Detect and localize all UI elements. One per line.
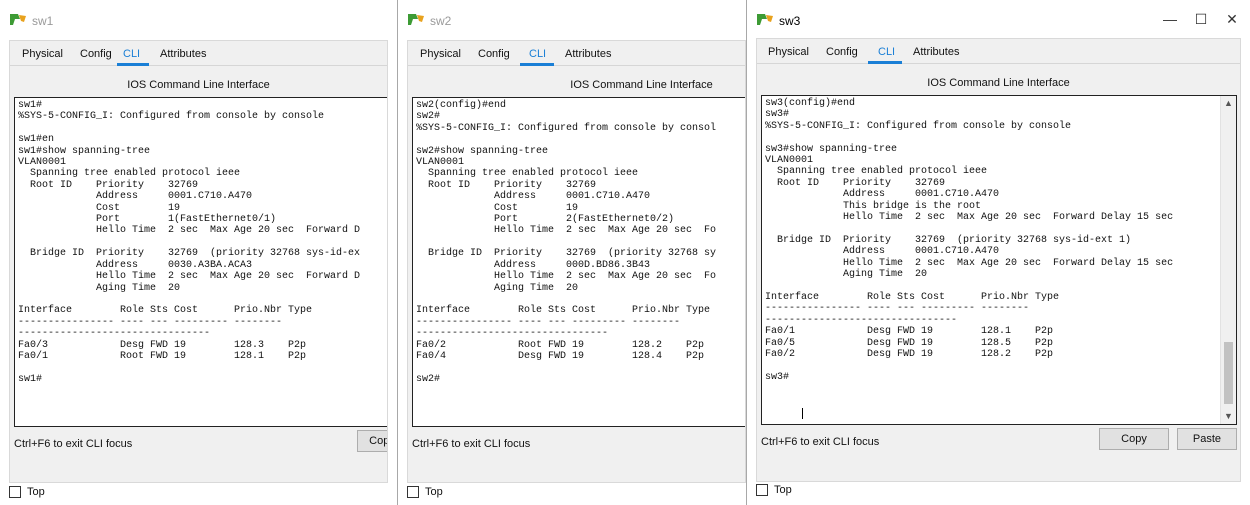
maximize-icon[interactable]: ☐: [1186, 6, 1216, 32]
window-client: Physical Config CLI Attributes IOS Comma…: [756, 38, 1241, 482]
tab-attributes[interactable]: Attributes: [565, 48, 611, 60]
cli-terminal[interactable]: sw3(config)#end sw3# %SYS-5-CONFIG_I: Co…: [761, 95, 1237, 425]
terminal-output: sw2(config)#end sw2# %SYS-5-CONFIG_I: Co…: [416, 100, 717, 385]
title-bar[interactable]: sw2: [398, 0, 746, 40]
focus-hint: Ctrl+F6 to exit CLI focus: [412, 438, 531, 450]
vertical-scrollbar[interactable]: ▲ ▼: [1220, 96, 1236, 424]
tab-config[interactable]: Config: [826, 46, 858, 58]
cli-heading: IOS Command Line Interface: [127, 79, 270, 91]
packet-tracer-icon: [408, 14, 424, 25]
window-client: Physical Config CLI Attributes IOS Comma…: [9, 40, 388, 483]
tab-bar: Physical Config CLI Attributes: [408, 41, 745, 66]
focus-hint: Ctrl+F6 to exit CLI focus: [14, 438, 133, 450]
tab-physical[interactable]: Physical: [22, 48, 63, 60]
tab-bar: Physical Config CLI Attributes: [757, 39, 1240, 64]
cli-heading: IOS Command Line Interface: [927, 77, 1070, 89]
window-title: sw1: [32, 14, 54, 28]
top-checkbox[interactable]: [407, 486, 419, 498]
tab-physical[interactable]: Physical: [768, 46, 809, 58]
tab-cli[interactable]: CLI: [529, 48, 546, 60]
paste-button[interactable]: Paste: [1177, 428, 1237, 450]
tab-physical[interactable]: Physical: [420, 48, 461, 60]
tab-cli[interactable]: CLI: [878, 46, 895, 58]
scrollbar-thumb[interactable]: [1224, 342, 1233, 404]
scroll-down-icon[interactable]: ▼: [1221, 410, 1236, 423]
tab-attributes[interactable]: Attributes: [913, 46, 959, 58]
minimize-icon[interactable]: —: [1155, 6, 1185, 32]
text-caret: [802, 408, 803, 419]
cli-terminal[interactable]: sw1# %SYS-5-CONFIG_I: Configured from co…: [14, 97, 387, 427]
focus-hint: Ctrl+F6 to exit CLI focus: [761, 436, 880, 448]
title-bar[interactable]: sw3 — ☐ ✕: [747, 0, 1250, 40]
packet-tracer-icon: [10, 14, 26, 25]
top-label: Top: [27, 486, 45, 498]
tab-config[interactable]: Config: [478, 48, 510, 60]
top-label: Top: [774, 484, 792, 496]
copy-button[interactable]: Copy: [1099, 428, 1169, 450]
title-bar[interactable]: sw1: [0, 0, 397, 40]
window-title: sw3: [779, 14, 801, 28]
top-label: Top: [425, 486, 443, 498]
copy-button[interactable]: Copy: [357, 430, 387, 452]
window-client: Physical Config CLI Attributes IOS Comma…: [407, 40, 746, 483]
tab-attributes[interactable]: Attributes: [160, 48, 206, 60]
window-sw2: sw2 Physical Config CLI Attributes IOS C…: [397, 0, 746, 505]
tab-config[interactable]: Config: [80, 48, 112, 60]
packet-tracer-icon: [757, 14, 773, 25]
window-title: sw2: [430, 14, 452, 28]
top-checkbox[interactable]: [9, 486, 21, 498]
window-sw1: sw1 Physical Config CLI Attributes IOS C…: [0, 0, 397, 505]
cli-terminal[interactable]: sw2(config)#end sw2# %SYS-5-CONFIG_I: Co…: [412, 97, 745, 427]
close-icon[interactable]: ✕: [1217, 6, 1247, 32]
active-tab-indicator: [868, 61, 902, 64]
window-sw3: sw3 — ☐ ✕ Physical Config CLI Attributes…: [746, 0, 1250, 505]
active-tab-indicator: [520, 63, 554, 66]
terminal-output: sw3(config)#end sw3# %SYS-5-CONFIG_I: Co…: [765, 98, 1174, 383]
tab-cli[interactable]: CLI: [123, 48, 140, 60]
cli-heading: IOS Command Line Interface: [570, 79, 713, 91]
active-tab-indicator: [117, 63, 149, 66]
scroll-up-icon[interactable]: ▲: [1221, 97, 1236, 110]
terminal-output: sw1# %SYS-5-CONFIG_I: Configured from co…: [18, 100, 361, 385]
tab-bar: Physical Config CLI Attributes: [10, 41, 387, 66]
top-checkbox[interactable]: [756, 484, 768, 496]
